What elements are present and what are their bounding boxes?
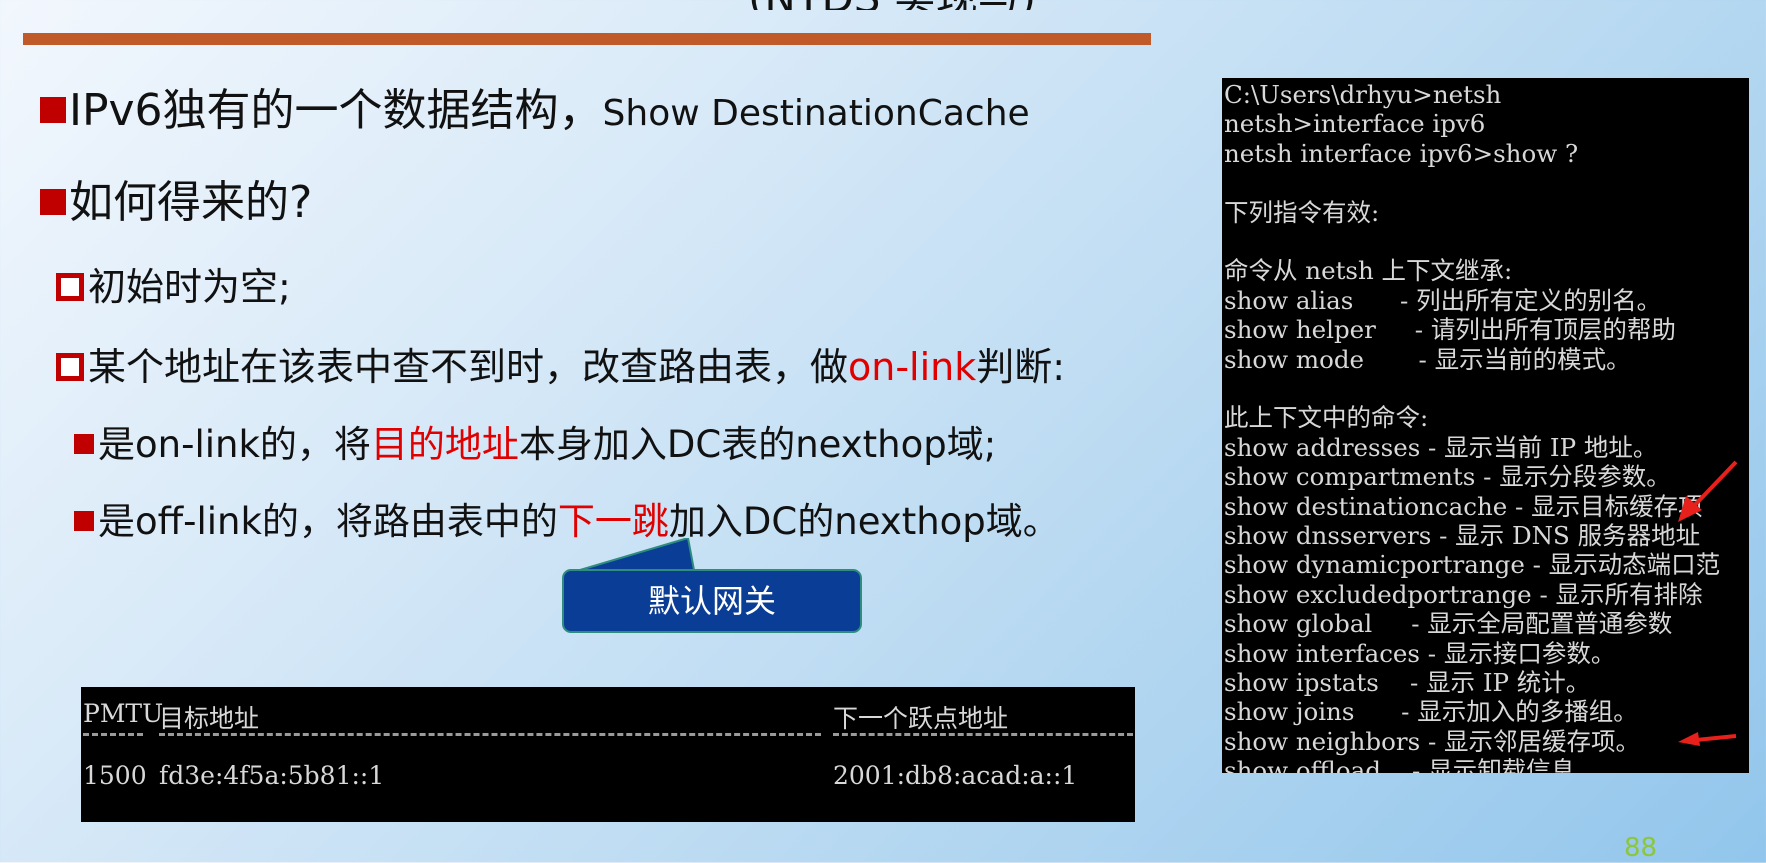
terminal-line: show offload - 显示卸载信息 <box>1224 756 1576 773</box>
bullet-1-text: IPv6独有的一个数据结构， <box>69 85 603 136</box>
terminal-line: show compartments - 显示分段参数。 <box>1224 462 1671 492</box>
bullet-square-icon <box>40 97 66 123</box>
terminal-line: show alias - 列出所有定义的别名。 <box>1224 285 1662 315</box>
sub-bullet-2-highlight: on-link <box>848 345 977 389</box>
title-rule <box>23 33 1151 45</box>
hollow-square-icon <box>56 352 84 381</box>
table-separator <box>833 733 1133 739</box>
sub-sub-bullet-2-post: 加入DC的nexthop域。 <box>668 500 1060 543</box>
sub-bullet-2-post: 判断: <box>976 345 1066 389</box>
sub-sub-bullet-2-pre: 是off-link的，将路由表中的 <box>98 500 558 543</box>
small-square-icon <box>74 433 94 454</box>
bullet-square-icon <box>40 189 66 215</box>
default-gateway-callout: 默认网关 <box>562 569 862 633</box>
sub-sub-bullet-1-highlight: 目的地址 <box>370 423 519 466</box>
terminal-line: show destinationcache - 显示目标缓存项 <box>1224 491 1703 521</box>
sub-sub-bullet-2-highlight: 下一跳 <box>557 500 669 543</box>
terminal-line: show global - 显示全局配置普通参数 <box>1224 609 1673 639</box>
sub-bullet-2: 某个地址在该表中查不到时，改查路由表，做on-link判断: <box>56 343 1065 391</box>
sub-bullet-1: 初始时为空; <box>56 263 291 311</box>
bullet-2-text: 如何得来的? <box>69 177 313 228</box>
table-cell-pmtu: 1500 <box>83 761 147 790</box>
sub-bullet-2-pre: 某个地址在该表中查不到时，改查路由表，做 <box>88 345 849 389</box>
small-square-icon <box>74 510 94 531</box>
terminal-line: show mode - 显示当前的模式。 <box>1224 344 1631 374</box>
sub-sub-bullet-2: 是off-link的，将路由表中的下一跳加入DC的nexthop域。 <box>74 498 1060 546</box>
hollow-square-icon <box>56 272 84 301</box>
bullet-1-english: Show DestinationCache <box>602 93 1030 134</box>
terminal-line: show helper - 请列出所有顶层的帮助 <box>1224 315 1676 345</box>
bullet-2: 如何得来的? <box>40 176 312 230</box>
table-header-destination: 目标地址 <box>159 704 260 733</box>
terminal-line: show dnsservers - 显示 DNS 服务器地址 <box>1224 521 1701 550</box>
red-arrow-icon <box>1678 460 1738 522</box>
sub-sub-bullet-1: 是on-link的，将目的地址本身加入DC表的nexthop域; <box>74 421 996 469</box>
red-arrow-icon <box>1678 732 1737 746</box>
terminal-line: 下列指令有效: <box>1224 197 1380 227</box>
terminal-line: show interfaces - 显示接口参数。 <box>1224 638 1616 668</box>
table-cell-destination: fd3e:4f5a:5b81::1 <box>159 761 385 790</box>
netsh-terminal: C:\Users\drhyu>netsh netsh>interface ipv… <box>1222 78 1749 773</box>
bullet-1: IPv6独有的一个数据结构，Show DestinationCache <box>40 84 1030 138</box>
table-header-pmtu: PMTU <box>83 699 164 728</box>
callout-tail <box>579 538 696 571</box>
table-separator <box>83 733 143 739</box>
sub-sub-bullet-1-pre: 是on-link的，将 <box>98 423 371 466</box>
sub-sub-bullet-1-post: 本身加入DC表的nexthop域; <box>518 423 997 466</box>
table-cell-nexthop: 2001:db8:acad:a::1 <box>833 761 1078 790</box>
table-header-nexthop: 下一个跃点地址 <box>833 704 1009 733</box>
terminal-line: show excludedportrange - 显示所有排除 <box>1224 579 1703 609</box>
page-number: 88 <box>1624 833 1658 863</box>
table-separator <box>159 733 821 739</box>
terminal-line: show dynamicportrange - 显示动态端口范 <box>1224 550 1721 580</box>
terminal-line: show ipstats - 显示 IP 统计。 <box>1224 668 1591 697</box>
sub-bullet-1-text: 初始时为空; <box>88 265 291 309</box>
terminal-line: 此上下文中的命令: <box>1224 403 1429 433</box>
terminal-line: netsh>interface ipv6 <box>1224 109 1486 139</box>
terminal-line: C:\Users\drhyu>netsh <box>1224 80 1502 109</box>
terminal-line: show neighbors - 显示邻居缓存项。 <box>1224 726 1641 756</box>
destination-cache-table: PMTU 目标地址 下一个跃点地址 1500 fd3e:4f5a:5b81::1… <box>81 687 1135 822</box>
terminal-line: show addresses - 显示当前 IP 地址。 <box>1224 432 1658 462</box>
terminal-line: show joins - 显示加入的多播组。 <box>1224 697 1638 727</box>
terminal-line: 命令从 netsh 上下文继承: <box>1224 256 1513 286</box>
slide-title: (NTDS 实现与) <box>600 0 1300 10</box>
terminal-line: netsh interface ipv6>show ? <box>1224 138 1579 168</box>
